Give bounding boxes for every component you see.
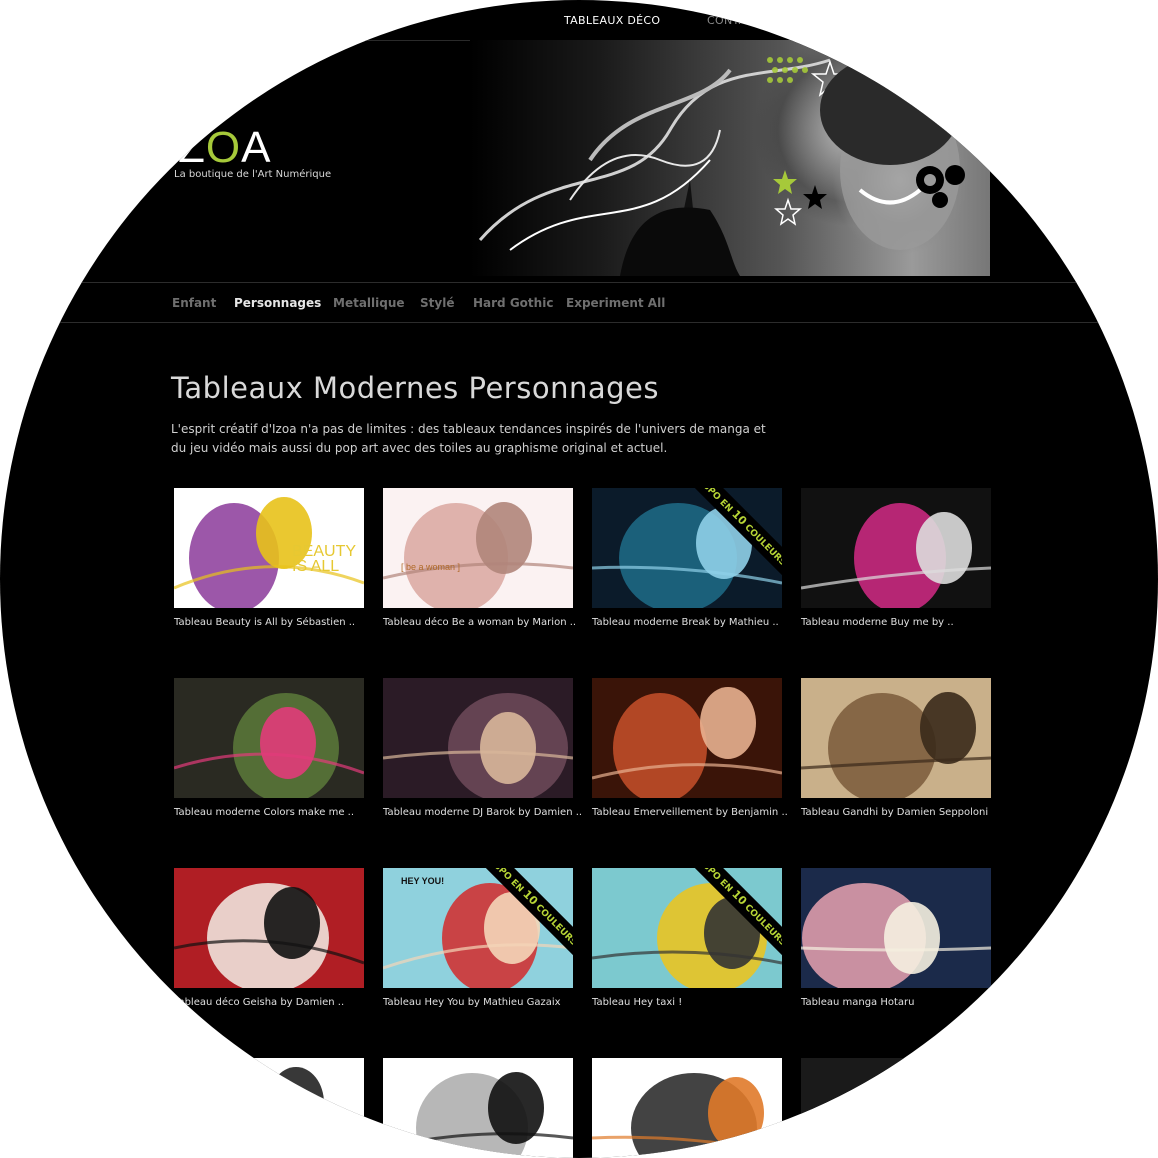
product-thumbnail[interactable]: HEY YOU! DISPO EN 10 COULEURS xyxy=(383,868,573,988)
product-caption[interactable]: Tableau manga Hotaru xyxy=(801,997,1001,1008)
product-thumbnail[interactable] xyxy=(383,678,573,798)
product-thumbnail[interactable] xyxy=(592,678,782,798)
product-caption[interactable]: Tableau Emerveillement by Benjamin .. xyxy=(592,807,792,818)
product-thumbnail[interactable] xyxy=(383,1058,573,1158)
product-thumbnail[interactable] xyxy=(801,488,991,608)
product-artwork xyxy=(383,678,573,798)
product-thumbnail[interactable] xyxy=(174,678,364,798)
product-artwork-text: BEAUTY IS ALL xyxy=(292,543,356,575)
product-caption[interactable]: Tableau moderne DJ Barok by Damien .. xyxy=(383,807,583,818)
logo-tagline: La boutique de l'Art Numérique xyxy=(174,169,332,180)
izoa-logo[interactable]: ZOA La boutique de l'Art Numérique xyxy=(168,123,332,181)
product-thumbnail[interactable]: [ be a woman ] xyxy=(383,488,573,608)
top-nav-contact[interactable]: CONTA xyxy=(707,14,746,27)
category-style[interactable]: Stylé xyxy=(420,296,454,310)
product-artwork xyxy=(174,868,364,988)
product-artwork xyxy=(801,868,991,988)
product-thumbnail[interactable]: DISPO EN 10 COULEURS xyxy=(592,488,782,608)
product-artwork xyxy=(383,488,573,608)
top-nav-tableaux-deco[interactable]: TABLEAUX DÉCO xyxy=(564,14,660,27)
logo-mark: ZOA xyxy=(178,123,272,172)
product-thumbnail[interactable] xyxy=(174,1058,364,1158)
product-caption[interactable]: Tableau moderne Buy me by .. xyxy=(801,617,1001,628)
product-thumbnail[interactable] xyxy=(174,868,364,988)
product-thumbnail[interactable] xyxy=(592,1058,782,1158)
product-caption[interactable]: Tableau Beauty is All by Sébastien .. xyxy=(174,617,374,628)
product-artwork xyxy=(174,1058,364,1158)
product-thumbnail[interactable]: BEAUTY IS ALL xyxy=(174,488,364,608)
product-artwork xyxy=(174,678,364,798)
category-experiment-all[interactable]: Experiment All xyxy=(566,296,665,310)
product-caption[interactable]: Tableau Gandhi by Damien Seppoloni xyxy=(801,807,1001,818)
page-title: Tableaux Modernes Personnages xyxy=(171,371,659,405)
product-thumbnail[interactable] xyxy=(801,868,991,988)
category-personnages[interactable]: Personnages xyxy=(234,296,321,310)
product-artwork xyxy=(801,488,991,608)
page-intro: L'esprit créatif d'Izoa n'a pas de limit… xyxy=(171,422,766,455)
product-caption[interactable]: Tableau déco Geisha by Damien .. xyxy=(174,997,374,1008)
product-artwork xyxy=(383,1058,573,1158)
product-artwork xyxy=(592,488,782,608)
page-viewport: TABLEAUX DÉCO CONTA ZOA La boutique de l… xyxy=(0,0,1158,1158)
product-caption[interactable]: Tableau Hey You by Mathieu Gazaix xyxy=(383,997,583,1008)
product-artwork-text: [ be a woman ] xyxy=(401,562,461,572)
product-artwork xyxy=(592,868,782,988)
category-metallique[interactable]: Metallique xyxy=(333,296,405,310)
top-navigation: TABLEAUX DÉCO CONTA xyxy=(0,0,1158,41)
product-thumbnail[interactable] xyxy=(801,1058,991,1158)
product-thumbnail[interactable] xyxy=(801,678,991,798)
product-artwork xyxy=(801,678,991,798)
category-enfant[interactable]: Enfant xyxy=(172,296,216,310)
category-hard-gothic[interactable]: Hard Gothic xyxy=(473,296,553,310)
product-caption[interactable]: Tableau moderne Break by Mathieu .. xyxy=(592,617,792,628)
product-artwork xyxy=(592,1058,782,1158)
product-thumbnail[interactable]: DISPO EN 10 COULEURS xyxy=(592,868,782,988)
header-artwork xyxy=(470,40,990,276)
header-artwork-illustration xyxy=(478,55,965,276)
product-caption[interactable]: Tableau moderne Colors make me .. xyxy=(174,807,374,818)
product-artwork xyxy=(592,678,782,798)
product-artwork-text: HEY YOU! xyxy=(401,876,445,886)
product-caption[interactable]: Tableau Hey taxi ! xyxy=(592,997,792,1008)
product-artwork xyxy=(801,1058,991,1158)
category-navigation: Enfant Personnages Metallique Stylé Hard… xyxy=(0,282,1158,323)
product-caption[interactable]: Tableau déco Be a woman by Marion .. xyxy=(383,617,583,628)
